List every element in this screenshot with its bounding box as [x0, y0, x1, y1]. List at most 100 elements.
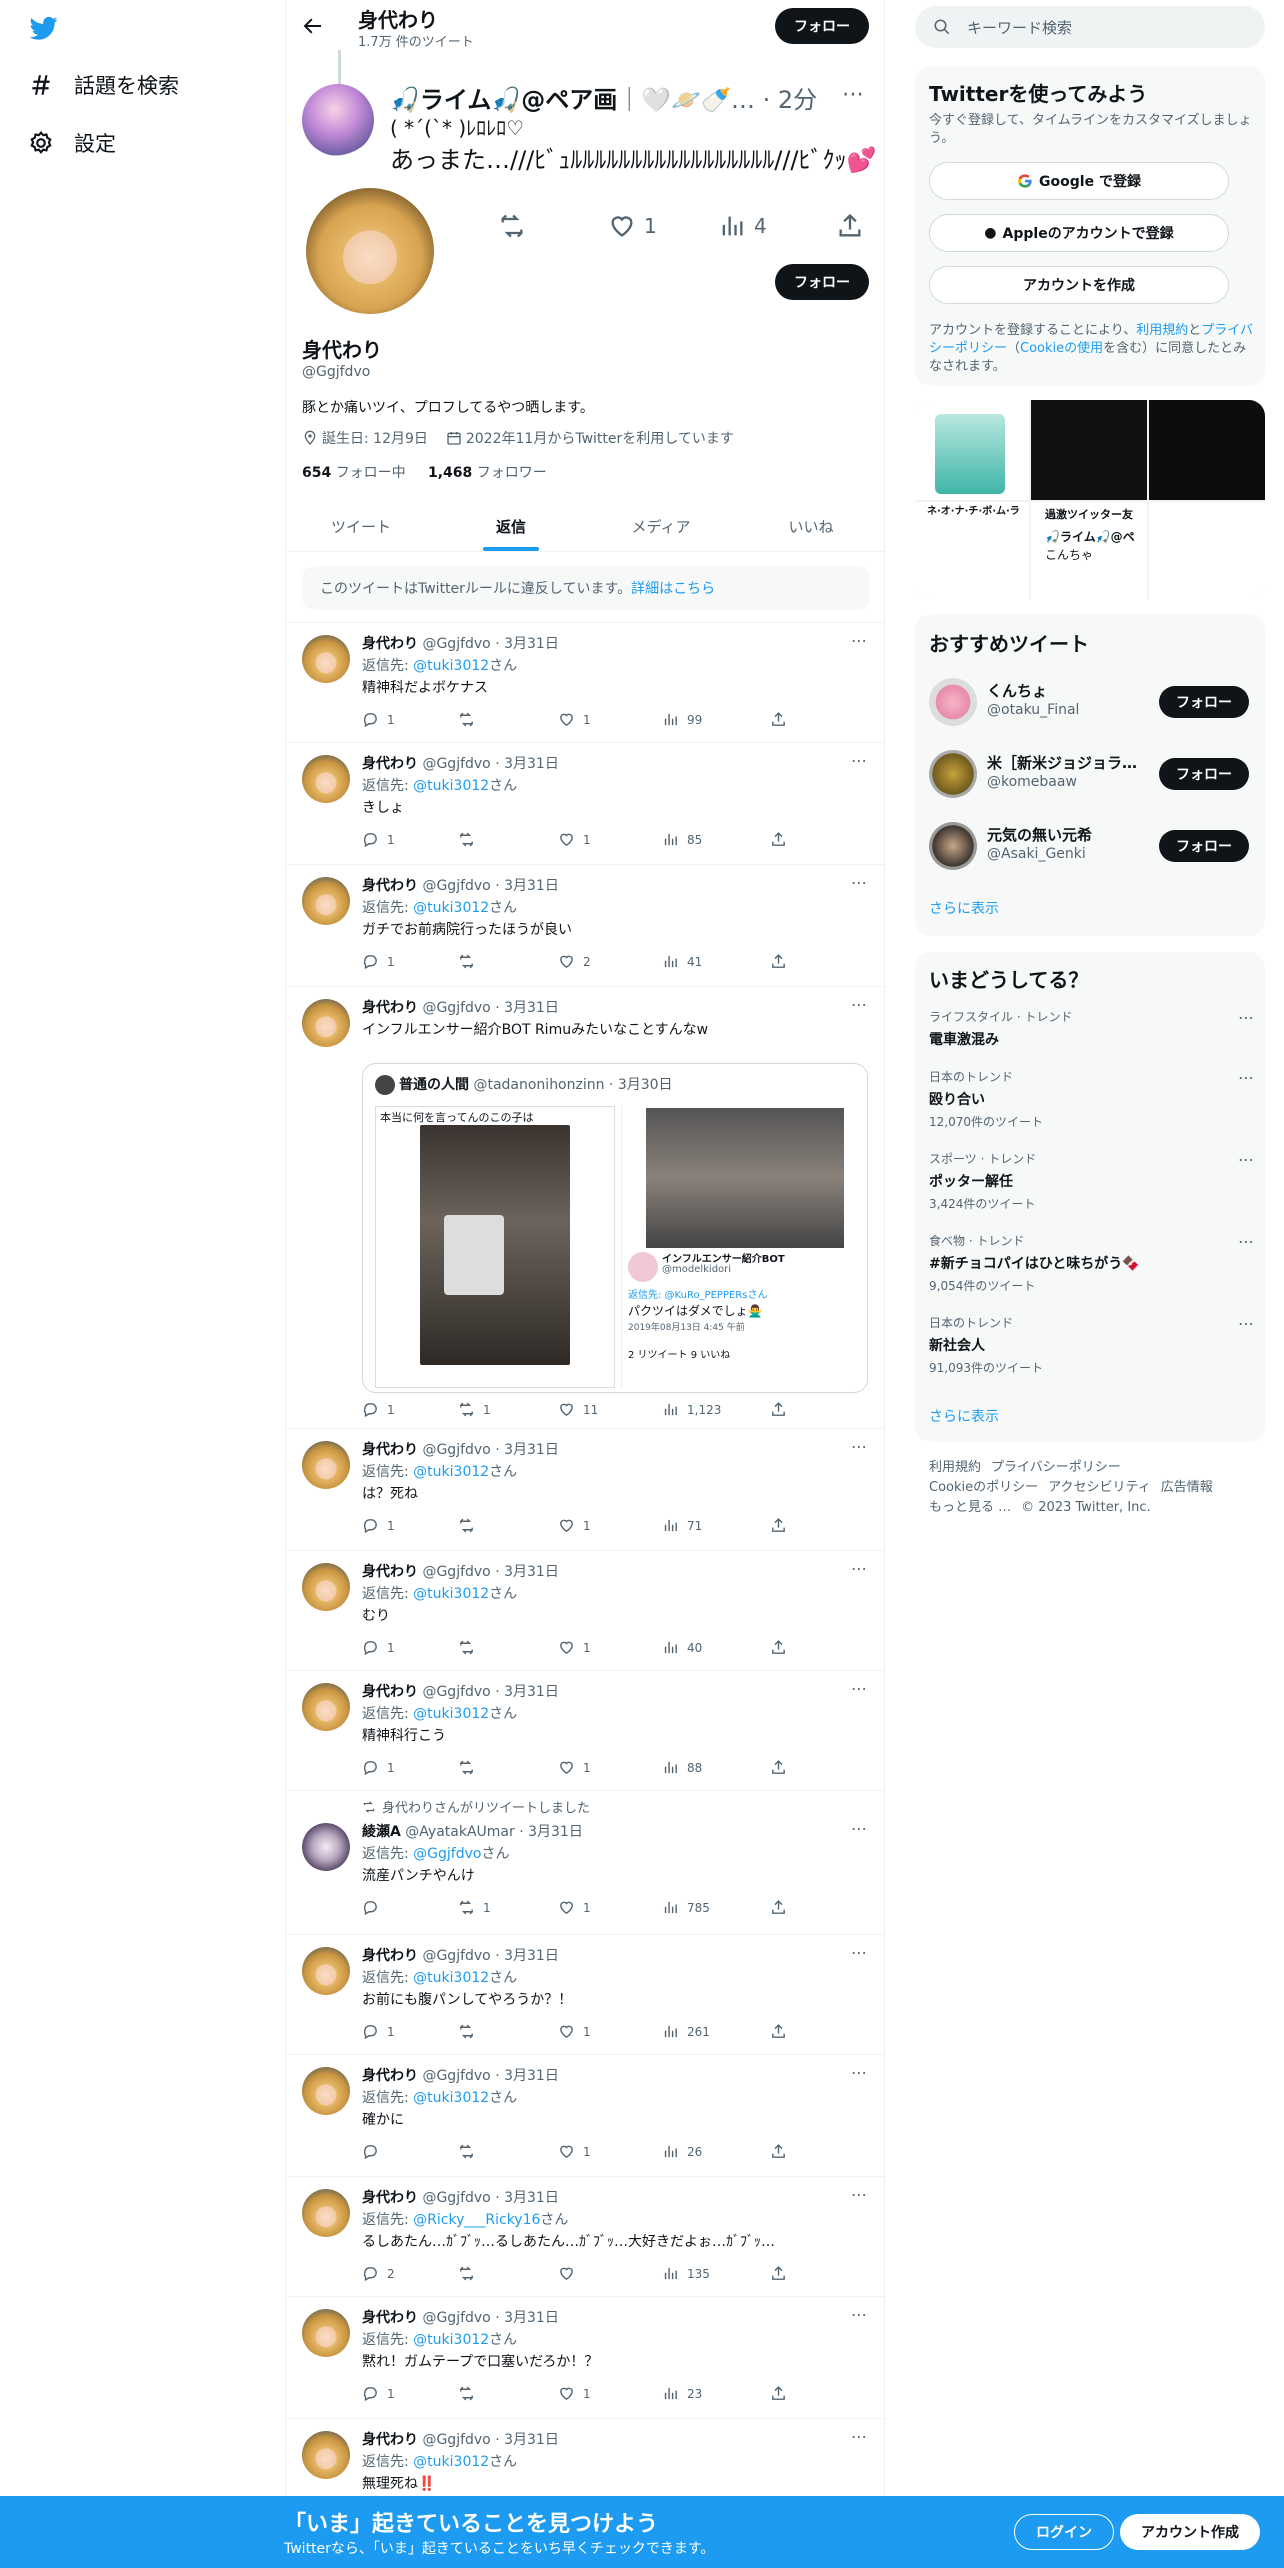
- trends-more-link[interactable]: さらに表示: [929, 1406, 999, 1426]
- reply-action[interactable]: [362, 2143, 387, 2160]
- recommended-user[interactable]: 米［新米ジョジョラ… @komebaaw フォロー: [929, 746, 1254, 802]
- footer-terms[interactable]: 利用規約: [929, 1460, 981, 1475]
- like-action[interactable]: 2: [558, 953, 591, 970]
- followers-link[interactable]: 1,468 フォロワー: [428, 465, 547, 481]
- search-input[interactable]: キーワード検索: [967, 17, 1072, 38]
- footer-more[interactable]: もっと見る …: [929, 1500, 1011, 1515]
- share-action[interactable]: [770, 2265, 787, 2282]
- more-icon[interactable]: ⋯: [842, 82, 864, 107]
- header-follow-button[interactable]: フォロー: [775, 8, 869, 44]
- media-thumb[interactable]: [1031, 400, 1147, 500]
- overlay-views-action[interactable]: 4: [718, 212, 767, 240]
- follow-button[interactable]: フォロー: [1159, 830, 1249, 862]
- avatar[interactable]: [302, 999, 350, 1047]
- share-action[interactable]: [770, 953, 787, 970]
- views-action[interactable]: 785: [662, 1899, 710, 1916]
- recommended-user[interactable]: くんちょ @otaku_Final フォロー: [929, 674, 1254, 730]
- views-action[interactable]: 23: [662, 2385, 702, 2402]
- overlay-like-action[interactable]: 1: [608, 212, 657, 240]
- overlay-share-action[interactable]: [836, 212, 864, 240]
- tweet-author[interactable]: 身代わり: [362, 1564, 418, 1580]
- tweet-author[interactable]: 身代わり: [362, 2310, 418, 2326]
- media-thumb[interactable]: [1149, 400, 1265, 500]
- tweet[interactable]: 身代わり @Ggjfdvo · 3月31日 ⋯ 返信先: @tuki3012さん 精神…: [286, 622, 884, 742]
- tweet[interactable]: 身代わり @Ggjfdvo · 3月31日 ⋯ 返信先: @tuki3012さん むり…: [286, 1550, 884, 1670]
- share-action[interactable]: [770, 2143, 787, 2160]
- more-icon[interactable]: ⋯: [1238, 1150, 1254, 1169]
- more-icon[interactable]: ⋯: [851, 1943, 868, 1962]
- signup-button[interactable]: アカウント作成: [1120, 2514, 1260, 2550]
- tweet[interactable]: 身代わり @Ggjfdvo · 3月31日 ⋯ 返信先: @tuki3012さん 確か…: [286, 2054, 884, 2176]
- retweet-action[interactable]: [458, 831, 483, 848]
- avatar[interactable]: [302, 2431, 350, 2479]
- retweet-action[interactable]: 1: [458, 1401, 491, 1418]
- reply-to-handle[interactable]: @tuki3012: [413, 658, 489, 674]
- share-action[interactable]: [770, 1759, 787, 1776]
- footer-cookie[interactable]: Cookieのポリシー: [929, 1480, 1038, 1495]
- nav-explore[interactable]: 話題を検索: [28, 70, 179, 100]
- retweet-action[interactable]: 1: [458, 1899, 491, 1916]
- share-action[interactable]: [770, 1899, 787, 1916]
- more-icon[interactable]: ⋯: [851, 1437, 868, 1456]
- reply-to-handle[interactable]: @tuki3012: [413, 1970, 489, 1986]
- avatar[interactable]: [302, 1441, 350, 1489]
- tweet-author[interactable]: 身代わり: [362, 756, 418, 772]
- more-icon[interactable]: ⋯: [1238, 1068, 1254, 1087]
- recommended-user-name[interactable]: 元気の無い元希: [987, 824, 1147, 845]
- more-icon[interactable]: ⋯: [851, 1679, 868, 1698]
- tweet[interactable]: 身代わり @Ggjfdvo · 3月31日 ⋯ 返信先: @Ricky___Rick…: [286, 2176, 884, 2296]
- views-action[interactable]: 135: [662, 2265, 710, 2282]
- media-thumb[interactable]: 過激ツイッター友 🎣ライム🎣@ペ こんちゃ: [1031, 502, 1147, 600]
- media-thumb[interactable]: [1149, 502, 1265, 600]
- back-arrow-icon[interactable]: [300, 14, 324, 38]
- views-action[interactable]: 40: [662, 1639, 702, 1656]
- retweet-action[interactable]: [458, 2023, 483, 2040]
- reply-to-handle[interactable]: @tuki3012: [413, 1586, 489, 1602]
- share-action[interactable]: [770, 831, 787, 848]
- avatar[interactable]: [302, 2189, 350, 2237]
- quote-image-1[interactable]: 本当に何を言ってんのこの子は: [375, 1106, 615, 1388]
- avatar[interactable]: [302, 635, 350, 683]
- reply-action[interactable]: 1: [362, 1639, 395, 1656]
- more-icon[interactable]: ⋯: [851, 2427, 868, 2446]
- like-action[interactable]: 1: [558, 831, 591, 848]
- share-action[interactable]: [770, 1517, 787, 1534]
- avatar[interactable]: [302, 2309, 350, 2357]
- avatar[interactable]: [302, 1683, 350, 1731]
- follow-button[interactable]: フォロー: [1159, 686, 1249, 718]
- reply-to-handle[interactable]: @tuki3012: [413, 2090, 489, 2106]
- avatar[interactable]: [302, 1563, 350, 1611]
- tab-likes[interactable]: いいね: [736, 502, 884, 551]
- tab-media[interactable]: メディア: [586, 502, 736, 551]
- tweet-author[interactable]: 身代わり: [362, 1948, 418, 1964]
- retweet-action[interactable]: [458, 1639, 483, 1656]
- reply-to-handle[interactable]: @tuki3012: [413, 1464, 489, 1480]
- share-action[interactable]: [770, 1639, 787, 1656]
- more-icon[interactable]: ⋯: [1238, 1008, 1254, 1027]
- avatar[interactable]: [929, 750, 977, 798]
- more-icon[interactable]: ⋯: [1238, 1232, 1254, 1251]
- views-action[interactable]: 261: [662, 2023, 710, 2040]
- more-icon[interactable]: ⋯: [851, 631, 868, 650]
- avatar[interactable]: [929, 678, 977, 726]
- like-action[interactable]: 11: [558, 1401, 598, 1418]
- quote-tweet[interactable]: 普通の人間 @tadanonihonzinn · 3月30日 本当に何を言ってんの…: [362, 1063, 868, 1393]
- tweet-author[interactable]: 身代わり: [362, 878, 418, 894]
- tweet[interactable]: 身代わり @Ggjfdvo · 3月31日 ⋯ 返信先: @tuki3012さん お前…: [286, 1934, 884, 2054]
- following-link[interactable]: 654 フォロー中: [302, 465, 406, 481]
- like-action[interactable]: 1: [558, 1759, 591, 1776]
- avatar[interactable]: [302, 2067, 350, 2115]
- more-icon[interactable]: ⋯: [1238, 1314, 1254, 1333]
- like-action[interactable]: 1: [558, 1517, 591, 1534]
- reply-action[interactable]: 1: [362, 953, 395, 970]
- views-action[interactable]: 1,123: [662, 1401, 721, 1418]
- media-thumb[interactable]: ネ·オ·ナ·チ·ボ·ム·ラ: [915, 502, 1029, 600]
- more-icon[interactable]: ⋯: [851, 2305, 868, 2324]
- footer-privacy[interactable]: プライバシーポリシー: [991, 1460, 1121, 1475]
- footer-ads[interactable]: 広告情報: [1161, 1480, 1213, 1495]
- like-action[interactable]: 1: [558, 2023, 591, 2040]
- create-account-button[interactable]: アカウントを作成: [929, 266, 1229, 304]
- retweet-action[interactable]: [458, 1759, 483, 1776]
- terms-link[interactable]: 利用規約: [1136, 323, 1188, 338]
- views-action[interactable]: 99: [662, 711, 702, 728]
